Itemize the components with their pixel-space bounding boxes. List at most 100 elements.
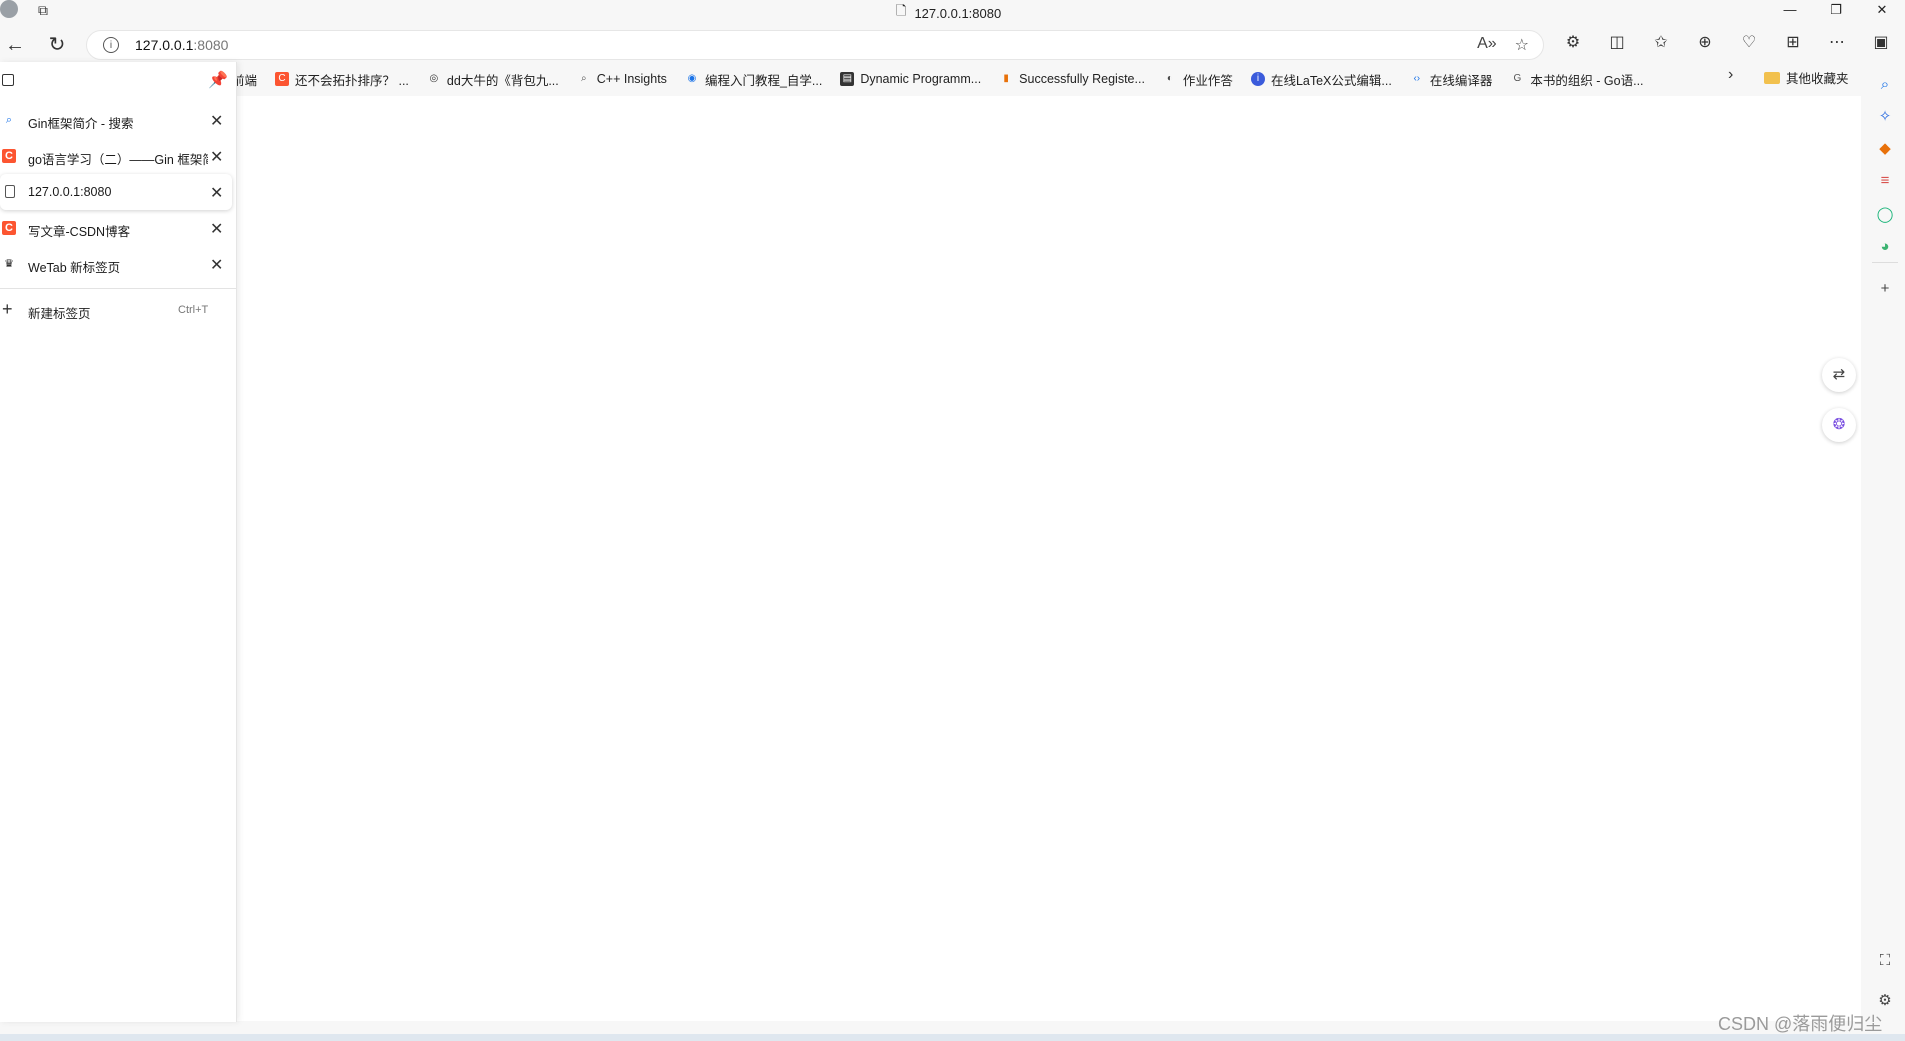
vertical-tabs-pane: 📌 ⌕ Gin框架简介 - 搜索 ✕ C go语言学习（二）——Gin 框架简 … bbox=[0, 62, 237, 1022]
site-icon: ▤ bbox=[840, 72, 855, 86]
watermark: CSDN @落雨便归尘 bbox=[1718, 1014, 1883, 1034]
bookmark-item[interactable]: i 在线LaTeX公式编辑... bbox=[1250, 70, 1392, 89]
refresh-button[interactable]: ↻ bbox=[44, 32, 70, 58]
new-tab-button[interactable]: + 新建标签页 Ctrl+T bbox=[0, 295, 236, 325]
copilot-icon[interactable]: ✧ bbox=[1874, 106, 1896, 128]
new-tab-label: 新建标签页 bbox=[28, 307, 91, 321]
favorites-icon[interactable]: ✩ bbox=[1648, 32, 1674, 52]
divider bbox=[1872, 262, 1898, 263]
bookmark-item[interactable]: ▮ Successfully Registe... bbox=[999, 72, 1145, 86]
page-content bbox=[237, 96, 1861, 1021]
bookmark-label: 还不会拓扑排序？ ... bbox=[295, 73, 409, 88]
csdn-icon: C bbox=[275, 72, 290, 86]
settings-gear-icon[interactable]: ⚙ bbox=[1874, 990, 1896, 1012]
close-tab-icon[interactable]: ✕ bbox=[210, 255, 223, 275]
read-aloud-icon[interactable]: A» bbox=[1477, 35, 1497, 55]
add-icon[interactable]: + bbox=[1874, 278, 1896, 300]
bookmark-label: 编程入门教程_自学... bbox=[704, 73, 823, 88]
bookmark-label: 在线LaTeX公式编辑... bbox=[1270, 73, 1392, 88]
document-icon bbox=[5, 185, 15, 198]
document-icon: 🗋 bbox=[896, 3, 907, 18]
tabs-pane-header: 📌 bbox=[0, 62, 236, 102]
csdn-icon: C bbox=[2, 221, 16, 235]
tab-item[interactable]: C 写文章-CSDN博客 ✕ bbox=[0, 210, 236, 246]
chart-icon: ▮ bbox=[1003, 73, 1009, 84]
window-title-text: 127.0.0.1:8080 bbox=[914, 5, 1002, 21]
divider bbox=[0, 288, 236, 289]
search-icon: ⌕ bbox=[580, 73, 587, 84]
close-tab-icon[interactable]: ✕ bbox=[210, 147, 223, 167]
toolbar: ⚙ ◫ ✩ ⊕ ♡ ⊞ ⋯ ▣ bbox=[1560, 32, 1894, 52]
url-text[interactable]: 127.0.0.1:8080 bbox=[135, 37, 228, 53]
bookmark-label: C++ Insights bbox=[596, 72, 667, 86]
sidebar-toggle-icon[interactable]: ▣ bbox=[1868, 32, 1894, 52]
latex-icon: i bbox=[1250, 72, 1265, 86]
bookmark-label: 本书的组织 - Go语... bbox=[1530, 73, 1644, 88]
wetab-icon: ♛ bbox=[4, 258, 14, 270]
pin-pane-icon[interactable]: 📌 bbox=[208, 70, 228, 90]
bookmark-item[interactable]: ▤ Dynamic Programm... bbox=[840, 72, 981, 86]
browser-essentials-icon[interactable]: ♡ bbox=[1736, 32, 1762, 52]
more-menu-icon[interactable]: ⋯ bbox=[1824, 32, 1850, 52]
bookmark-label: 在线编译器 bbox=[1429, 73, 1493, 88]
url-host: 127.0.0.1 bbox=[135, 37, 194, 53]
address-bar[interactable]: i 127.0.0.1:8080 A» ☆ bbox=[86, 30, 1544, 60]
bookmark-item[interactable]: ⌕ C++ Insights bbox=[577, 72, 667, 86]
other-favorites-folder[interactable]: 其他收藏夹 bbox=[1764, 68, 1849, 87]
refresh-circle-icon[interactable]: ◯ bbox=[1874, 204, 1896, 226]
tab-title: Gin框架简介 - 搜索 bbox=[28, 117, 134, 131]
bookmark-item[interactable]: C 还不会拓扑排序？ ... bbox=[275, 70, 409, 89]
globe-icon: ◐ bbox=[1166, 73, 1173, 84]
close-tab-icon[interactable]: ✕ bbox=[210, 111, 223, 131]
search-icon: ⌕ bbox=[5, 114, 13, 126]
plus-icon: + bbox=[2, 299, 13, 319]
workspaces-icon[interactable]: ⧉ bbox=[38, 2, 48, 19]
split-screen-icon[interactable]: ◫ bbox=[1604, 32, 1630, 52]
right-sidebar: ⌕ ✧ ◆ ≡ ◯ ◕ + ⛶ ⚙ bbox=[1864, 62, 1905, 1022]
bookmark-item[interactable]: G 本书的组织 - Go语... bbox=[1510, 70, 1643, 89]
translate-icon[interactable]: ⇄ bbox=[1822, 358, 1856, 392]
csdn-icon: C bbox=[2, 149, 16, 163]
favorite-star-icon[interactable]: ☆ bbox=[1515, 35, 1529, 55]
bookmarks-bar: 前端 C 还不会拓扑排序？ ... ◎ dd大牛的《背包九... ⌕ C++ Insi… bbox=[232, 66, 1822, 92]
ai-brain-icon[interactable]: ❂ bbox=[1822, 408, 1856, 442]
tab-item-active[interactable]: 127.0.0.1:8080 ✕ bbox=[0, 174, 232, 210]
shopping-icon[interactable]: ◆ bbox=[1874, 138, 1896, 160]
tab-title: 写文章-CSDN博客 bbox=[28, 225, 131, 239]
extensions-icon[interactable]: ⚙ bbox=[1560, 32, 1586, 52]
back-button[interactable]: ← bbox=[2, 32, 28, 58]
outlook-icon[interactable]: ◕ bbox=[1874, 236, 1896, 258]
minimize-button[interactable]: — bbox=[1767, 0, 1813, 20]
runoob-icon: ◉ bbox=[687, 73, 697, 84]
address-bar-actions: A» ☆ bbox=[1477, 35, 1529, 55]
tab-item[interactable]: ⌕ Gin框架简介 - 搜索 ✕ bbox=[0, 102, 236, 138]
bookmark-label: Dynamic Programm... bbox=[860, 72, 982, 86]
close-tab-icon[interactable]: ✕ bbox=[210, 183, 223, 203]
title-bar: ⧉ 🗋 127.0.0.1:8080 — ❐ ✕ bbox=[0, 0, 1905, 21]
g-icon: G bbox=[1513, 73, 1522, 84]
bookmark-item[interactable]: ◉ 编程入门教程_自学... bbox=[685, 70, 823, 89]
tab-item[interactable]: C go语言学习（二）——Gin 框架简 ✕ bbox=[0, 138, 236, 174]
info-icon[interactable]: i bbox=[103, 37, 119, 53]
bookmark-item[interactable]: ◎ dd大牛的《背包九... bbox=[427, 70, 559, 89]
screenshot-icon[interactable]: ⛶ bbox=[1874, 950, 1896, 972]
profile-avatar[interactable] bbox=[0, 0, 18, 18]
collections-icon[interactable]: ⊕ bbox=[1692, 32, 1718, 52]
search-icon[interactable]: ⌕ bbox=[1874, 74, 1896, 96]
code-icon: ‹› bbox=[1413, 73, 1421, 84]
address-row: ← ↻ i 127.0.0.1:8080 A» ☆ ⚙ ◫ ✩ ⊕ ♡ ⊞ ⋯ … bbox=[0, 26, 1905, 62]
close-tab-icon[interactable]: ✕ bbox=[210, 219, 223, 239]
tab-title: WeTab 新标签页 bbox=[28, 261, 121, 275]
bookmark-item[interactable]: ◐ 作业作答 bbox=[1163, 70, 1233, 89]
other-favorites-label: 其他收藏夹 bbox=[1786, 72, 1849, 86]
bookmarks-overflow-icon[interactable]: › bbox=[1728, 66, 1733, 84]
tab-item[interactable]: ♛ WeTab 新标签页 ✕ bbox=[0, 246, 236, 282]
tab-actions-icon[interactable] bbox=[2, 74, 14, 86]
apps-icon[interactable]: ⊞ bbox=[1780, 32, 1806, 52]
tab-title: go语言学习（二）——Gin 框架简 bbox=[28, 153, 208, 167]
tab-title: 127.0.0.1:8080 bbox=[28, 185, 112, 199]
bookmark-item[interactable]: ‹› 在线编译器 bbox=[1410, 70, 1493, 89]
restore-button[interactable]: ❐ bbox=[1813, 0, 1859, 20]
tools-icon[interactable]: ≡ bbox=[1874, 170, 1896, 192]
close-window-button[interactable]: ✕ bbox=[1859, 0, 1905, 20]
